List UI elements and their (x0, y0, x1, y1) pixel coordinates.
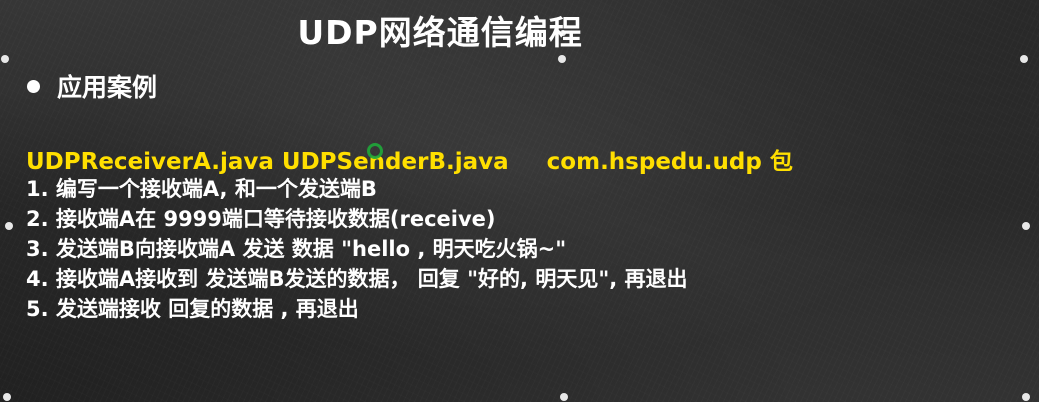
step-item: 1. 编写一个接收端A, 和一个发送端B (26, 177, 377, 201)
selection-handle-bottom-left[interactable] (3, 393, 11, 401)
selection-handle-middle-left[interactable] (5, 222, 13, 230)
step-item: 3. 发送端B向接收端A 发送 数据 "hello , 明天吃火锅~" (26, 237, 567, 261)
package-name: com.hspedu.udp 包 (546, 149, 793, 175)
file-list-line: UDPReceiverA.java UDPSenderB.java com.hs… (26, 142, 793, 176)
section-heading-row: 应用案例 (27, 68, 157, 104)
step-item: 2. 接收端A在 9999端口等待接收数据(receive) (26, 207, 496, 231)
selection-handle-middle-right[interactable] (1022, 222, 1030, 230)
sender-filename: UDPSenderB.java (281, 149, 509, 175)
selection-handle-top-middle[interactable] (558, 55, 566, 63)
receiver-filename: UDPReceiverA.java (26, 149, 274, 175)
selection-handle-top-left[interactable] (1, 55, 9, 63)
selection-handle-bottom-right[interactable] (1022, 393, 1030, 401)
selection-handle-bottom-middle[interactable] (560, 393, 568, 401)
slide-title: UDP网络通信编程 (297, 13, 583, 52)
steps-list: 1. 编写一个接收端A, 和一个发送端B 2. 接收端A在 9999端口等待接收… (26, 174, 688, 324)
step-item: 4. 接收端A接收到 发送端B发送的数据， 回复 "好的, 明天见", 再退出 (26, 267, 688, 291)
bullet-icon (27, 79, 40, 93)
selection-handle-top-right[interactable] (1020, 55, 1028, 63)
cursor-icon (367, 143, 383, 159)
step-item: 5. 发送端接收 回复的数据 , 再退出 (26, 297, 359, 321)
section-heading: 应用案例 (57, 73, 158, 102)
